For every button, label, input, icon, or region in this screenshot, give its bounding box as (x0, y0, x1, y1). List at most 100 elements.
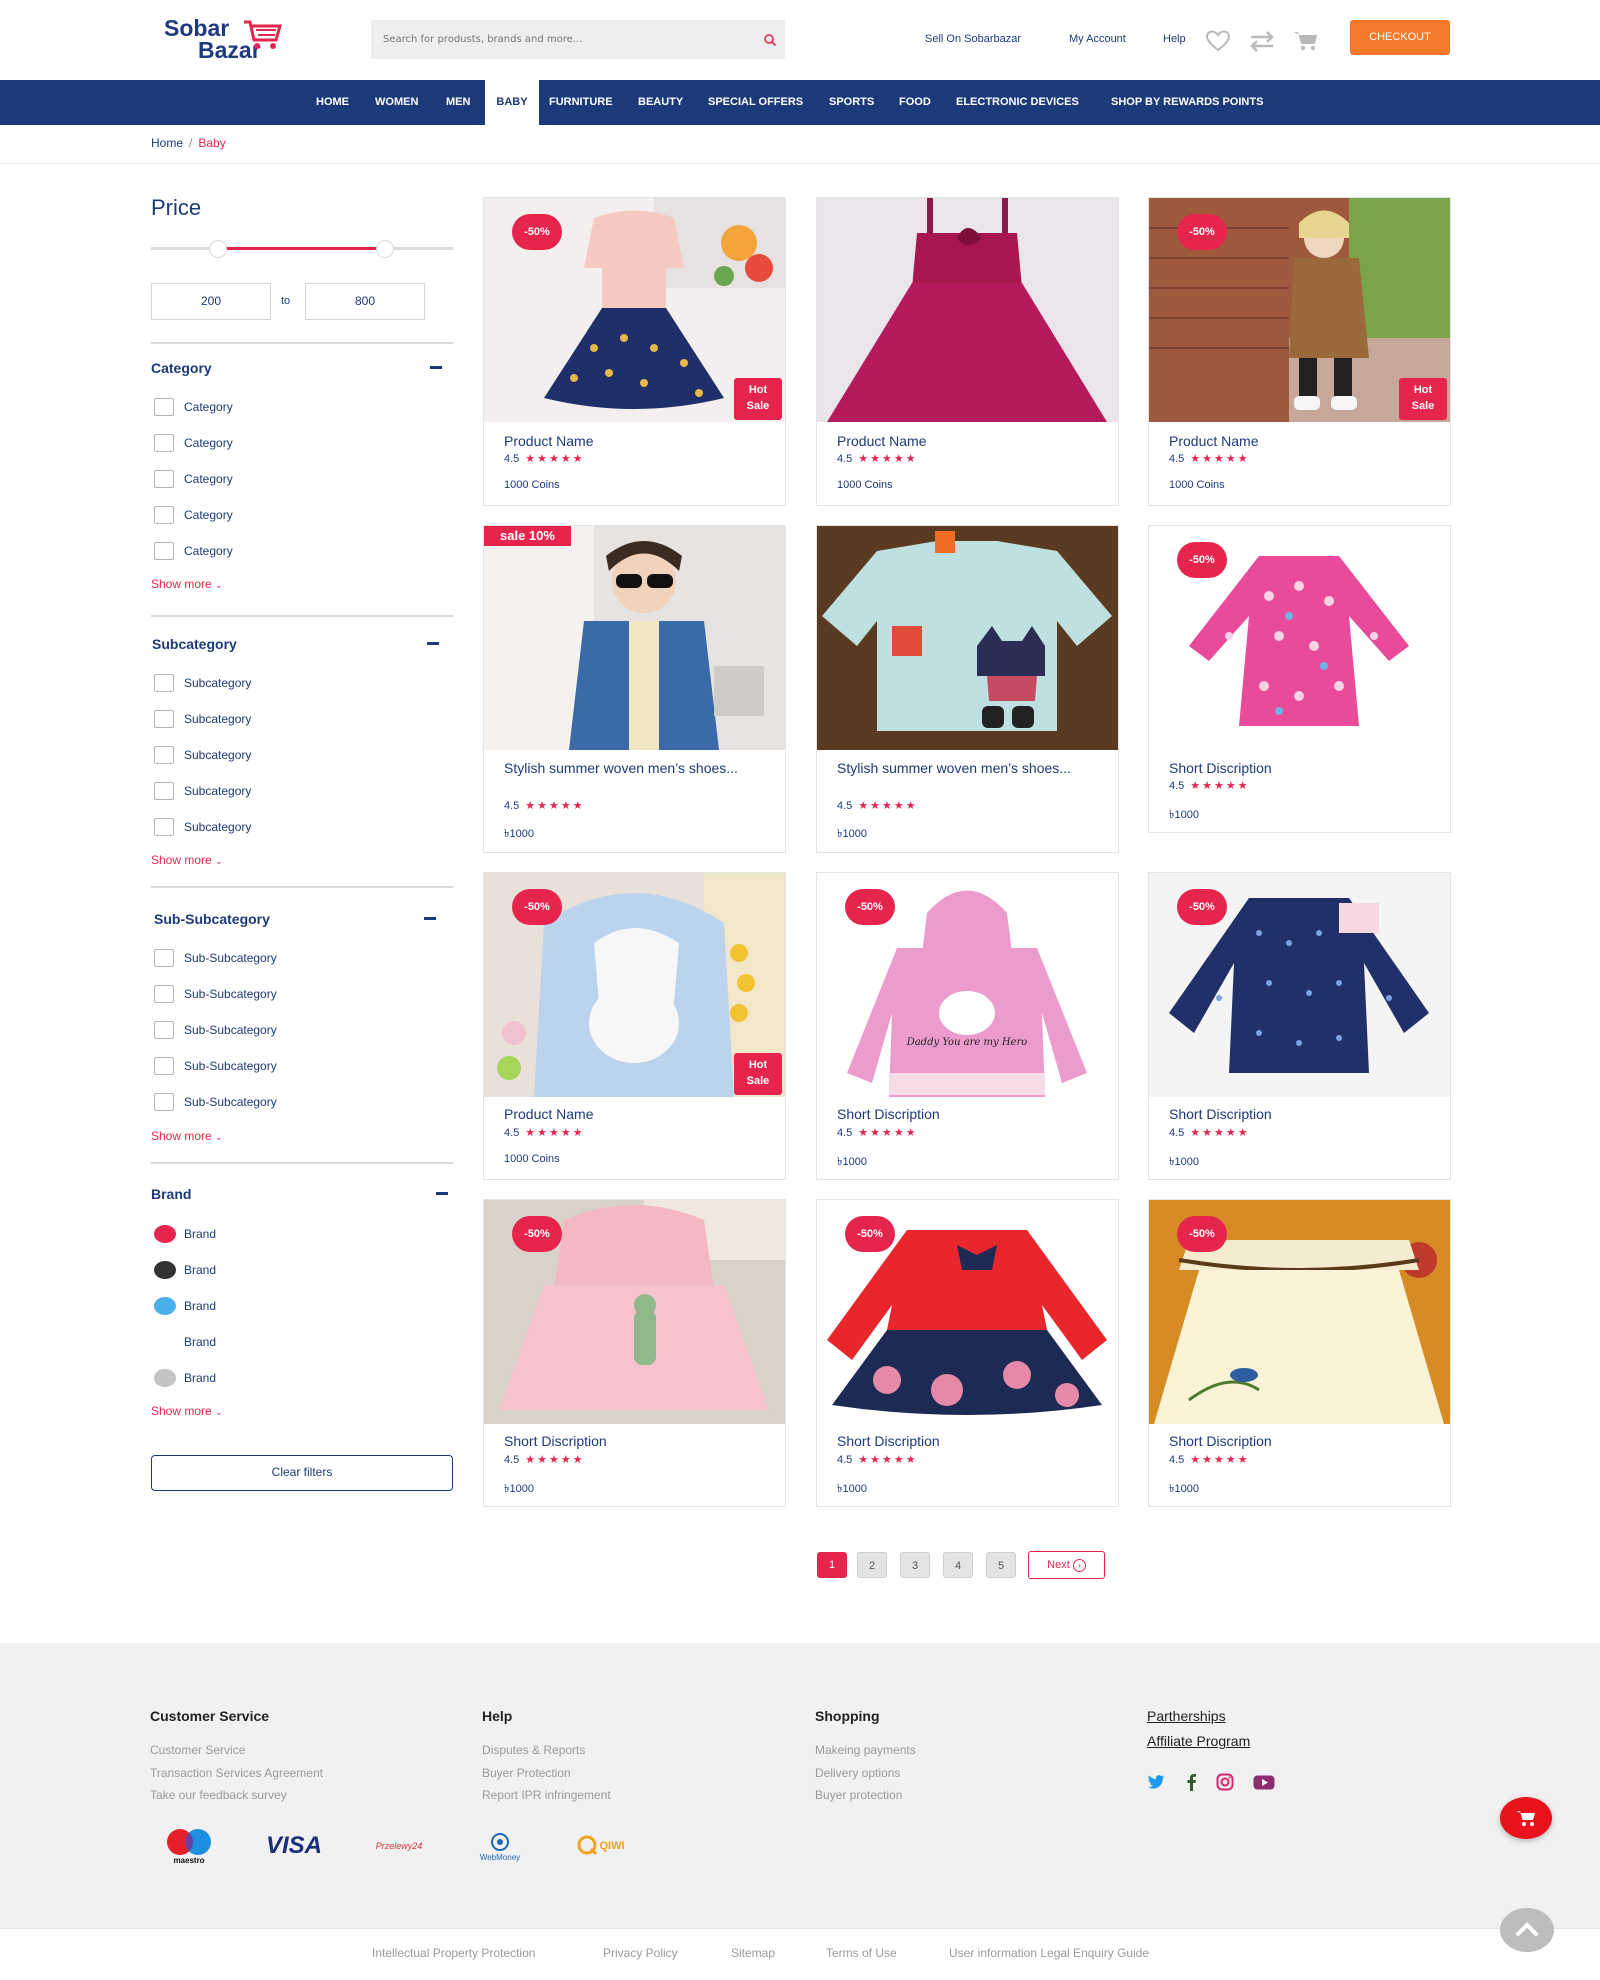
product-card[interactable]: -50% Hot Sale Product Name 4.5 ★★★★★ 1000 … (483, 872, 786, 1180)
my-account-link[interactable]: My Account (1069, 33, 1126, 45)
product-card[interactable]: -50% Short Discription 4.5 ★★★★★ ৳1000 (1148, 872, 1451, 1180)
product-name[interactable]: Short Discription (837, 1432, 1097, 1451)
checkbox[interactable] (154, 1057, 174, 1075)
footer-link[interactable]: Delivery options (815, 1766, 900, 1780)
product-name[interactable]: Short Discription (1169, 1432, 1429, 1451)
collapse-icon[interactable] (427, 642, 439, 645)
affiliate-program-link[interactable]: Affiliate Program (1147, 1733, 1250, 1749)
brand-color-swatch[interactable] (154, 1225, 176, 1243)
product-card[interactable]: -50% Short Discription 4.5 ★★★★★ ৳1000 (816, 1199, 1119, 1507)
scroll-to-top-button[interactable] (1500, 1908, 1554, 1952)
sell-on-link[interactable]: Sell On Sobarbazar (925, 33, 1021, 45)
page-4-button[interactable]: 4 (943, 1552, 973, 1578)
checkbox[interactable] (154, 470, 174, 488)
footer-bottom-link[interactable]: Sitemap (731, 1946, 775, 1960)
breadcrumb-home[interactable]: Home (151, 136, 183, 150)
checkbox[interactable] (154, 1093, 174, 1111)
product-name[interactable]: Product Name (504, 1105, 764, 1124)
nav-item-furniture[interactable]: FURNITURE (549, 80, 613, 125)
footer-link[interactable]: Report IPR infringement (482, 1788, 611, 1802)
twitter-icon[interactable] (1147, 1774, 1165, 1790)
product-name[interactable]: Stylish summer woven men’s shoes... (837, 759, 1097, 778)
brand-show-more[interactable]: Show more ⌄ (151, 1404, 223, 1418)
price-slider-min-handle[interactable] (209, 240, 227, 258)
floating-cart-button[interactable] (1500, 1797, 1552, 1839)
page-1-button[interactable]: 1 (817, 1552, 847, 1578)
footer-bottom-link[interactable]: Privacy Policy (603, 1946, 678, 1960)
category-show-more[interactable]: Show more ⌄ (151, 577, 223, 591)
footer-link[interactable]: Customer Service (150, 1743, 245, 1757)
checkbox[interactable] (154, 434, 174, 452)
brand-color-swatch[interactable] (154, 1261, 176, 1279)
checkbox[interactable] (154, 506, 174, 524)
product-name[interactable]: Product Name (504, 432, 764, 451)
product-card[interactable]: sale 10% Stylish summer woven men’s shoe… (483, 525, 786, 853)
nav-item-electronic-devices[interactable]: ELECTRONIC DEVICES (956, 80, 1079, 125)
collapse-icon[interactable] (430, 366, 442, 369)
product-name[interactable]: Product Name (837, 432, 1097, 451)
footer-link[interactable]: Buyer protection (815, 1788, 902, 1802)
checkbox[interactable] (154, 746, 174, 764)
product-card[interactable]: Product Name 4.5 ★★★★★ 1000 Coins (816, 197, 1119, 506)
nav-item-baby[interactable]: BABY (485, 80, 539, 125)
subcategory-show-more[interactable]: Show more ⌄ (151, 853, 223, 867)
checkbox[interactable] (154, 674, 174, 692)
youtube-icon[interactable] (1253, 1775, 1275, 1790)
partnerships-link[interactable]: Partherships (1147, 1708, 1226, 1724)
checkbox[interactable] (154, 398, 174, 416)
product-card[interactable]: Daddy You are my Hero -50% Short Discrip… (816, 872, 1119, 1180)
next-page-button[interactable]: Next › (1028, 1551, 1105, 1579)
checkbox[interactable] (154, 1021, 174, 1039)
brand-color-swatch[interactable] (154, 1297, 176, 1315)
help-link[interactable]: Help (1163, 33, 1186, 45)
product-name[interactable]: Short Discription (1169, 1105, 1429, 1124)
footer-link[interactable]: Take our feedback survey (150, 1788, 287, 1802)
nav-item-men[interactable]: MEN (446, 80, 470, 125)
product-name[interactable]: Product Name (1169, 432, 1429, 451)
product-card[interactable]: -50% Hot Sale Product Name 4.5 ★★★★★ 1000 … (1148, 197, 1451, 506)
footer-link[interactable]: Buyer Protection (482, 1766, 571, 1780)
product-image[interactable] (484, 526, 785, 750)
product-name[interactable]: Stylish summer woven men’s shoes... (504, 759, 764, 778)
product-card[interactable]: -50% Short Discription 4.5 ★★★★★ ৳1000 (483, 1199, 786, 1507)
page-5-button[interactable]: 5 (986, 1552, 1016, 1578)
checkbox[interactable] (154, 949, 174, 967)
collapse-icon[interactable] (424, 917, 436, 920)
product-name[interactable]: Short Discription (504, 1432, 764, 1451)
nav-item-food[interactable]: FOOD (899, 80, 931, 125)
facebook-icon[interactable] (1185, 1773, 1197, 1791)
checkbox[interactable] (154, 985, 174, 1003)
checkbox[interactable] (154, 542, 174, 560)
compare-icon[interactable] (1248, 30, 1276, 52)
search-input[interactable] (371, 20, 741, 59)
subsubcategory-show-more[interactable]: Show more ⌄ (151, 1129, 223, 1143)
footer-bottom-link[interactable]: Terms of Use (826, 1946, 897, 1960)
page-3-button[interactable]: 3 (900, 1552, 930, 1578)
logo[interactable]: Sobar Bazar (162, 14, 292, 66)
product-name[interactable]: Short Discription (837, 1105, 1097, 1124)
footer-bottom-link[interactable]: User information Legal Enquiry Guide (949, 1946, 1149, 1960)
instagram-icon[interactable] (1216, 1773, 1234, 1791)
checkbox[interactable] (154, 710, 174, 728)
product-card[interactable]: Stylish summer woven men’s shoes... 4.5 ★… (816, 525, 1119, 853)
heart-icon[interactable] (1205, 30, 1231, 52)
product-image[interactable] (817, 198, 1118, 422)
product-name[interactable]: Short Discription (1169, 759, 1429, 778)
product-card[interactable]: -50% Short Discription 4.5 ★★★★★ ৳1000 (1148, 525, 1451, 833)
checkbox[interactable] (154, 782, 174, 800)
nav-item-sports[interactable]: SPORTS (829, 80, 874, 125)
price-max-input[interactable]: 800 (305, 283, 425, 320)
clear-filters-button[interactable]: Clear filters (151, 1455, 453, 1491)
nav-item-women[interactable]: WOMEN (375, 80, 418, 125)
footer-bottom-link[interactable]: Intellectual Property Protection (372, 1946, 535, 1960)
nav-item-beauty[interactable]: BEAUTY (638, 80, 683, 125)
nav-item-home[interactable]: HOME (316, 80, 349, 125)
brand-color-swatch[interactable] (154, 1333, 176, 1351)
product-card[interactable]: -50% Short Discription 4.5 ★★★★★ ৳1000 (1148, 1199, 1451, 1507)
price-slider-max-handle[interactable] (376, 240, 394, 258)
cart-icon[interactable] (1293, 30, 1319, 52)
footer-link[interactable]: Disputes & Reports (482, 1743, 585, 1757)
footer-link[interactable]: Makeing payments (815, 1743, 916, 1757)
search-icon[interactable] (763, 33, 777, 47)
collapse-icon[interactable] (436, 1192, 448, 1195)
